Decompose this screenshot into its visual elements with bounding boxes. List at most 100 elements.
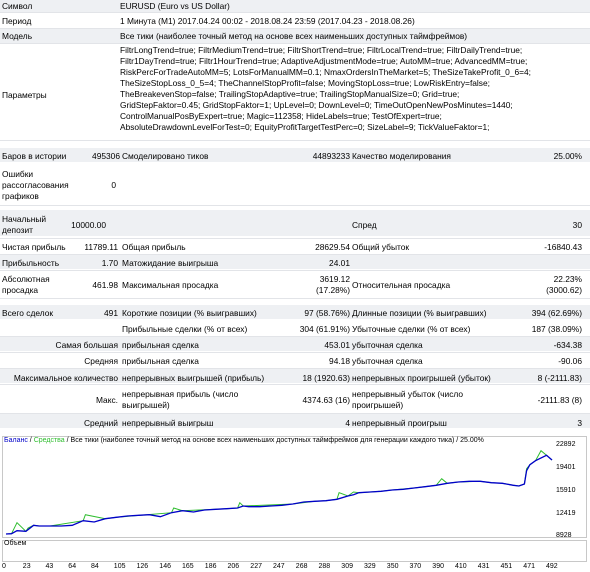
- cons-profit-label-1: непрерывная прибыль (число: [122, 389, 239, 399]
- expected-payoff-label: Матожидание выигрыша: [122, 258, 219, 268]
- cons-wins-value: 18 (1920.63): [302, 373, 351, 383]
- max-dd-percent: (17.28%): [316, 285, 350, 295]
- params-line: TheBreakevenStop=false; TrailingStopAdap…: [120, 89, 460, 99]
- gross-profit-value: 28629.54: [315, 242, 350, 252]
- largest-loss-label: убыточная сделка: [352, 340, 423, 350]
- x-tick: 309: [341, 563, 353, 570]
- x-tick: 126: [136, 563, 149, 570]
- model-value: Все тики (наиболее точный метод на основ…: [120, 31, 468, 41]
- profit-trades-value: 304 (61.91%): [299, 324, 350, 334]
- short-positions-label: Короткие позиции (% выигравших): [122, 308, 257, 318]
- profit-trades-label: Прибыльные сделки (% от всех): [122, 324, 248, 334]
- y-tick: 15910: [556, 487, 576, 494]
- x-tick: 329: [364, 563, 376, 570]
- symbol-label: Символ: [2, 1, 33, 11]
- errors-label-2: рассогласования: [2, 180, 69, 190]
- params-block: FiltrLongTrend=true; FiltrMediumTrend=tr…: [120, 45, 586, 133]
- errors-value: 0: [111, 180, 116, 190]
- rel-dd-label: Относительная просадка: [352, 280, 451, 290]
- cons-wins-label: непрерывных выигрышей (прибыль): [122, 373, 265, 383]
- total-trades-label: Всего сделок: [2, 308, 54, 318]
- params-line: AbsoluteDrawdownLevelForTest=0; EquityPr…: [120, 122, 490, 132]
- deposit-label-2: депозит: [2, 225, 33, 235]
- x-tick: 105: [113, 563, 126, 570]
- params-line: FiltrLongTrend=true; FiltrMediumTrend=tr…: [120, 45, 523, 55]
- bars-value: 495306: [92, 151, 120, 161]
- average-label: Средняя: [84, 356, 118, 366]
- x-tick: 288: [318, 563, 331, 570]
- long-positions-value: 394 (62.69%): [531, 308, 582, 318]
- cons-profit-value: 4374.63 (16): [302, 395, 351, 405]
- balance-chart: [2, 436, 587, 538]
- period-label: Период: [2, 16, 32, 26]
- y-tick: 19401: [556, 464, 576, 471]
- params-line: GridStepFaktor=0.45; GridStopFaktor=1; U…: [120, 100, 513, 110]
- avg-loss-label: убыточная сделка: [352, 356, 423, 366]
- x-tick: 451: [500, 563, 513, 570]
- x-tick: 227: [250, 563, 262, 570]
- chart-legend: Баланс / Средства / Все тики (наиболее т…: [4, 437, 484, 444]
- x-tick: 165: [182, 563, 194, 570]
- rel-dd-value: 22.23%: [553, 274, 582, 284]
- avg-profit-value: 94.18: [329, 356, 350, 366]
- loss-trades-value: 187 (38.09%): [531, 324, 582, 334]
- y-tick: 12419: [556, 510, 576, 517]
- cons-loss-label-1: непрерывный убыток (число: [352, 389, 464, 399]
- gross-loss-label: Общий убыток: [352, 242, 410, 252]
- x-tick: 64: [68, 563, 77, 570]
- x-tick: 431: [477, 563, 490, 570]
- short-positions-value: 97 (58.76%): [304, 308, 350, 318]
- abs-dd-label-2: просадка: [2, 285, 39, 295]
- largest-profit-label: прибыльная сделка: [122, 340, 199, 350]
- ticks-value: 44893233: [312, 151, 350, 161]
- y-tick: 8928: [556, 532, 572, 539]
- x-tick: 84: [91, 563, 99, 570]
- x-tick: 492: [546, 563, 558, 570]
- cons-loss-value: -2111.83 (8): [537, 395, 582, 405]
- errors-label-3: графиков: [2, 191, 39, 201]
- volume-chart: [2, 540, 587, 562]
- abs-dd-label-1: Абсолютная: [2, 274, 50, 284]
- long-positions-label: Длинные позиции (% выигравших): [352, 308, 487, 318]
- cons-loss-label-2: проигрышей): [352, 400, 404, 410]
- x-tick: 471: [523, 563, 535, 570]
- spread-value: 30: [572, 220, 582, 230]
- max-dd-label: Максимальная просадка: [122, 280, 219, 290]
- x-tick: 186: [204, 563, 217, 570]
- period-value: 1 Минута (M1) 2017.04.24 00:02 - 2018.08…: [120, 16, 415, 26]
- cons-losses-label: непрерывных проигрышей (убыток): [352, 373, 491, 383]
- legend-description: / Все тики (наиболее точный метод на осн…: [64, 437, 484, 444]
- max-dd-value: 3619.12: [319, 274, 350, 284]
- net-profit-value: 11789.11: [84, 242, 118, 252]
- avg-profit-label: прибыльная сделка: [122, 356, 199, 366]
- gross-loss-value: -16840.43: [544, 242, 582, 252]
- x-tick: 0: [2, 563, 6, 570]
- cons-losses-value: 8 (-2111.83): [537, 373, 582, 383]
- legend-equity: Средства: [33, 437, 65, 444]
- params-line: RiskPercForTradeAutoMM=5; LotsForManualM…: [120, 67, 532, 77]
- x-tick: 43: [45, 563, 54, 570]
- params-line: TheSizeStopLoss_0_5=4; TheChannelStopPro…: [120, 78, 490, 88]
- x-tick: 146: [159, 563, 171, 570]
- x-tick: 350: [386, 563, 399, 570]
- x-tick: 268: [295, 563, 308, 570]
- largest-profit-value: 453.01: [324, 340, 350, 350]
- quality-label: Качество моделирования: [352, 151, 451, 161]
- params-line: Filtr1DayTrend=true; Filtr1HourTrend=tru…: [120, 56, 528, 66]
- avg-loss-value: -90.06: [558, 356, 582, 366]
- quality-value: 25.00%: [553, 151, 582, 161]
- x-tick: 23: [22, 563, 31, 570]
- symbol-value: EURUSD (Euro vs US Dollar): [120, 1, 230, 11]
- largest-loss-value: -634.38: [553, 340, 582, 350]
- expected-payoff-value: 24.01: [329, 258, 350, 268]
- total-trades-value: 491: [104, 308, 118, 318]
- params-line: ControlManualPosByExpert=true; Magic=112…: [120, 111, 442, 121]
- x-tick: 390: [432, 563, 444, 570]
- y-tick: 22892: [556, 441, 576, 448]
- abs-dd-value: 461.98: [92, 280, 118, 290]
- ticks-label: Смоделировано тиков: [122, 151, 209, 161]
- avg-cons-losses-label: непрерывный проигрыш: [352, 418, 447, 428]
- largest-label: Самая большая: [55, 340, 118, 350]
- max-count-label: Максимальное количество: [13, 373, 118, 383]
- x-tick: 206: [227, 563, 240, 570]
